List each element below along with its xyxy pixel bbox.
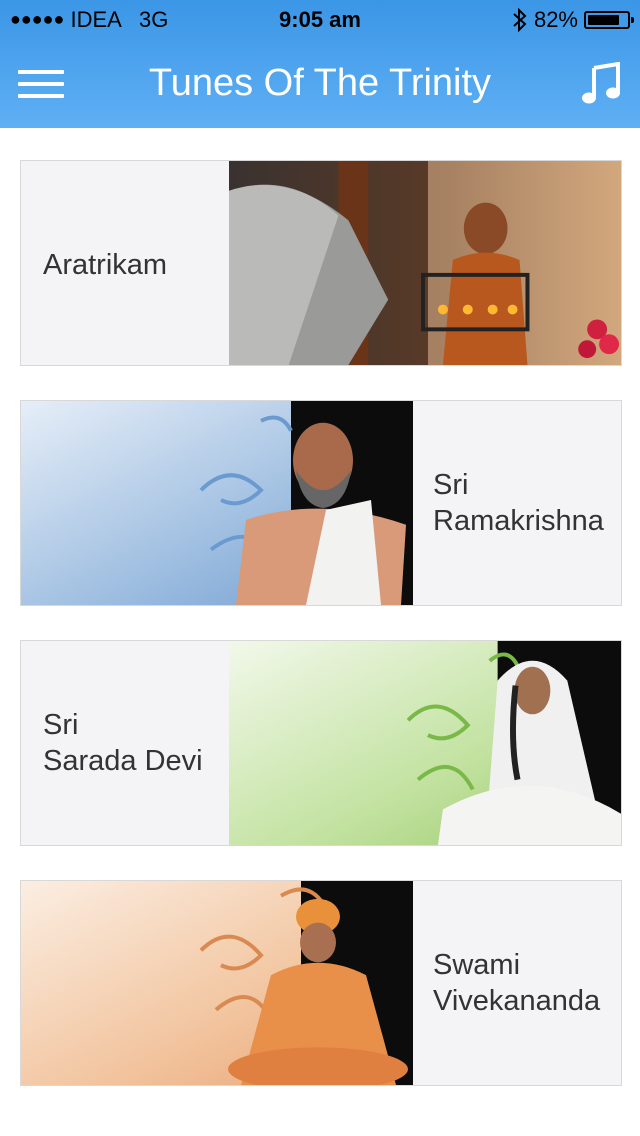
card-sri-ramakrishna[interactable]: Sri Ramakrishna [20,400,622,606]
sarada-devi-portrait [229,641,621,845]
ramakrishna-portrait [21,401,413,605]
card-label: Swami Vivekananda [433,949,601,1017]
card-label: Sri Sarada Devi [43,709,203,777]
status-right: 82% [512,7,634,33]
page-title: Tunes Of The Trinity [148,62,492,104]
card-swami-vivekananda[interactable]: Swami Vivekananda [20,880,622,1086]
status-bar: ●●●●● IDEA 3G 9:05 am 82% [0,0,640,40]
card-aratrikam[interactable]: Aratrikam [20,160,622,366]
nav-bar: Tunes Of The Trinity [0,40,640,128]
battery-fill [588,15,620,25]
aratrikam-photo [229,161,621,365]
music-note-icon[interactable] [582,61,622,106]
card-sri-sarada-devi[interactable]: Sri Sarada Devi [20,640,622,846]
card-label: Sri Ramakrishna [433,469,604,537]
battery-percent: 82% [533,7,578,32]
card-label: Aratrikam [43,249,168,281]
vivekananda-portrait [21,881,413,1085]
battery-icon [584,11,634,29]
app-header: ●●●●● IDEA 3G 9:05 am 82% Tunes Of The T… [0,0,640,128]
bluetooth-icon [513,7,527,33]
